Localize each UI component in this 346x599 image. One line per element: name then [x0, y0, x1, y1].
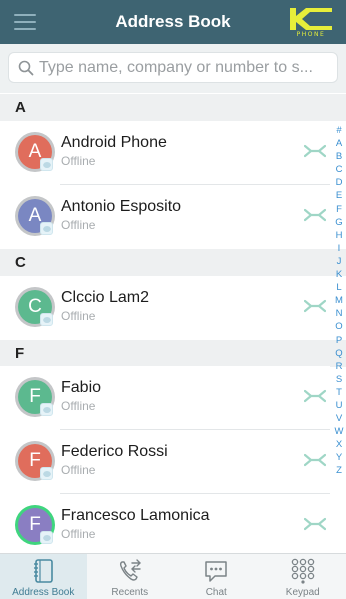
tab-label: Chat: [205, 587, 227, 598]
contact-name: Federico Rossi: [61, 443, 168, 460]
chat-bubble-icon: [205, 561, 227, 582]
contact-row[interactable]: A Android Phone Offline: [0, 121, 330, 185]
alphabet-index-letter[interactable]: I: [331, 242, 346, 255]
alphabet-index-letter[interactable]: V: [331, 412, 346, 425]
call-icon[interactable]: [304, 517, 326, 531]
kphone-logo: PHONE: [288, 6, 334, 40]
contact-name: Fabio: [61, 379, 102, 396]
alphabet-index-letter[interactable]: #: [331, 124, 346, 137]
call-icon[interactable]: [304, 144, 326, 158]
tab-label: Address Book: [12, 587, 75, 598]
contact-name: Clccio Lam2: [61, 289, 150, 306]
alphabet-index-letter[interactable]: S: [331, 373, 346, 386]
tab-label: Recents: [111, 587, 149, 598]
presence-badge-icon: [40, 467, 53, 480]
contact-name: Android Phone: [61, 134, 167, 151]
contact-row[interactable]: F Federico Rossi Offline: [0, 430, 330, 494]
alphabet-index-letter[interactable]: N: [331, 307, 346, 320]
contact-status: Offline: [61, 154, 96, 168]
alphabet-index-letter[interactable]: A: [331, 137, 346, 150]
alphabet-index-letter[interactable]: R: [331, 360, 346, 373]
section-header-a: A: [0, 94, 346, 121]
app-header: Address Book PHONE: [0, 0, 346, 44]
contact-status: Offline: [61, 399, 96, 413]
contact-status: Offline: [61, 527, 96, 541]
contact-name: Francesco Lamonica: [61, 507, 210, 524]
alphabet-index-letter[interactable]: T: [331, 386, 346, 399]
alphabet-index-letter[interactable]: K: [331, 268, 346, 281]
alphabet-index-letter[interactable]: Y: [331, 451, 346, 464]
presence-badge-icon: [40, 158, 53, 171]
alphabet-index-letter[interactable]: C: [331, 163, 346, 176]
alphabet-index-letter[interactable]: O: [331, 320, 346, 333]
call-icon[interactable]: [304, 453, 326, 467]
alphabet-index-letter[interactable]: D: [331, 176, 346, 189]
alphabet-index-letter[interactable]: M: [331, 294, 346, 307]
alphabet-index-letter[interactable]: P: [331, 334, 346, 347]
contact-status: Offline: [61, 463, 96, 477]
alphabet-index-letter[interactable]: E: [331, 189, 346, 202]
section-header-f: F: [0, 340, 346, 367]
tab-recents[interactable]: Recents: [87, 554, 174, 599]
search-box[interactable]: [8, 52, 338, 83]
call-icon[interactable]: [304, 389, 326, 403]
search-icon: [18, 60, 34, 76]
alphabet-index-letter[interactable]: J: [331, 255, 346, 268]
presence-badge-icon: [40, 531, 53, 544]
tab-address-book[interactable]: Address Book: [0, 554, 87, 599]
presence-badge-icon: [40, 222, 53, 235]
alphabet-index-letter[interactable]: F: [331, 203, 346, 216]
alphabet-index-letter[interactable]: Z: [331, 464, 346, 477]
contact-row[interactable]: C Clccio Lam2 Offline: [0, 276, 330, 340]
section-letter: F: [15, 345, 25, 362]
keypad-icon: [291, 558, 314, 584]
call-icon[interactable]: [304, 208, 326, 222]
address-book-icon: [34, 559, 54, 583]
alphabet-index-letter[interactable]: X: [331, 438, 346, 451]
recents-phone-icon: [119, 559, 141, 581]
section-letter: A: [15, 99, 26, 116]
search-input[interactable]: [39, 57, 331, 79]
alphabet-index-letter[interactable]: Q: [331, 347, 346, 360]
contact-name: Antonio Esposito: [61, 198, 182, 215]
contact-row[interactable]: F Francesco Lamonica Offline: [0, 494, 330, 558]
alphabet-index-letter[interactable]: H: [331, 229, 346, 242]
contact-status: Offline: [61, 309, 96, 323]
contact-status: Offline: [61, 218, 96, 232]
tab-label: Keypad: [285, 587, 320, 598]
section-header-c: C: [0, 249, 346, 276]
presence-badge-icon: [40, 313, 53, 326]
alphabet-index-letter[interactable]: G: [331, 216, 346, 229]
alphabet-index-letter[interactable]: L: [331, 281, 346, 294]
presence-badge-icon: [40, 403, 53, 416]
logo-text: PHONE: [296, 31, 326, 38]
tab-bar: Address Book Recents Chat Keypad: [0, 553, 346, 599]
alphabet-index[interactable]: # A B C D E F G H I J K L M N O P Q R S T U V W X Y Z: [331, 124, 346, 478]
search-bar: [0, 44, 346, 93]
call-icon[interactable]: [304, 299, 326, 313]
tab-chat[interactable]: Chat: [173, 554, 260, 599]
contact-row[interactable]: F Fabio Offline: [0, 366, 330, 430]
alphabet-index-letter[interactable]: B: [331, 150, 346, 163]
contact-row[interactable]: A Antonio Esposito Offline: [0, 185, 330, 249]
tab-keypad[interactable]: Keypad: [260, 554, 346, 599]
section-letter: C: [15, 254, 26, 271]
alphabet-index-letter[interactable]: U: [331, 399, 346, 412]
alphabet-index-letter[interactable]: W: [331, 425, 346, 438]
